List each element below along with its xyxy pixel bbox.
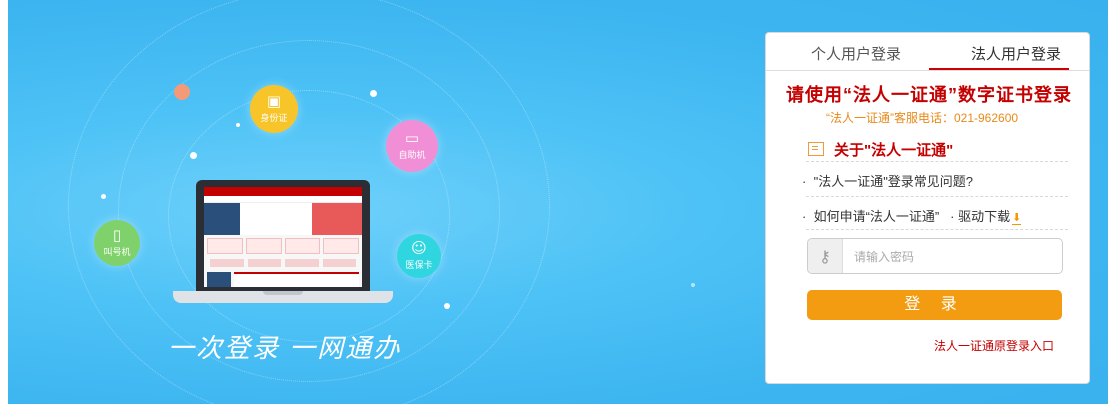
- decor-dot: [444, 303, 450, 309]
- password-field: ⚷: [807, 238, 1063, 274]
- bubble-label: 医保卡: [405, 261, 433, 271]
- bullet: ·: [950, 209, 955, 224]
- faq-link[interactable]: "法人一证通"登录常见问题?: [814, 174, 973, 189]
- key-icon: ⚷: [808, 239, 843, 273]
- legacy-login-link[interactable]: 法人一证通原登录入口: [934, 337, 1054, 354]
- id-card-icon: ▣: [266, 92, 282, 110]
- decor-dot: [236, 123, 240, 127]
- login-button[interactable]: 登 录: [807, 290, 1062, 320]
- decor-dot: [174, 84, 190, 100]
- decor-dot: [190, 152, 197, 159]
- decor-dot: [101, 194, 106, 199]
- tab-active-indicator: [929, 68, 1069, 70]
- laptop-screen-preview: [204, 187, 362, 287]
- login-headline: 请使用“法人一证通”数字证书登录: [786, 85, 1072, 105]
- monitor-icon: ▭: [404, 129, 420, 147]
- bubble-queue: ▯ 叫号机: [94, 220, 140, 266]
- bubble-label: 身份证: [260, 114, 288, 124]
- laptop-base: [173, 291, 393, 303]
- password-input[interactable]: [852, 239, 1056, 273]
- laptop: [196, 180, 370, 291]
- decor-dot: [691, 283, 695, 287]
- about-title-text: 关于"法人一证通": [834, 142, 954, 159]
- about-section-title: 关于"法人一证通": [808, 139, 953, 160]
- divider: [806, 229, 1068, 230]
- bubble-medical: ☺ 医保卡: [397, 234, 441, 278]
- bubble-label: 自助机: [398, 151, 426, 161]
- service-hotline: “法人一证通”客服电话：021-962600: [826, 111, 1019, 125]
- info-card-icon: [808, 142, 824, 156]
- driver-download-link[interactable]: 驱动下载: [958, 209, 1010, 224]
- tab-corporate-login[interactable]: 法人用户登录: [971, 43, 1061, 64]
- list-item-apply: · 如何申请“法人一证通” · 驱动下载 ⬇: [802, 206, 1022, 225]
- login-panel: 个人用户登录 法人用户登录 请使用“法人一证通”数字证书登录 “法人一证通”客服…: [765, 32, 1090, 384]
- tab-personal-login[interactable]: 个人用户登录: [811, 43, 901, 64]
- medical-card-icon: ☺: [411, 239, 427, 257]
- list-item-faq: · "法人一证通"登录常见问题?: [802, 171, 973, 190]
- divider: [806, 196, 1068, 197]
- bubble-id-card: ▣ 身份证: [250, 85, 298, 133]
- bullet: ·: [802, 174, 807, 189]
- bubble-kiosk: ▭ 自助机: [386, 120, 438, 172]
- bubble-label: 叫号机: [103, 248, 131, 258]
- divider: [806, 161, 1068, 162]
- page: ▣ 身份证 ▭ 自助机 ▯ 叫号机 ☺ 医保卡 一次登录 一网通办 个人用户登录…: [0, 0, 1115, 406]
- decor-dot: [370, 90, 377, 97]
- slogan: 一次登录 一网通办: [168, 333, 402, 363]
- login-tabs: 个人用户登录 法人用户登录: [766, 33, 1089, 71]
- queue-machine-icon: ▯: [112, 226, 122, 244]
- apply-link[interactable]: 如何申请“法人一证通”: [814, 209, 940, 224]
- download-arrow-icon[interactable]: ⬇: [1012, 212, 1022, 225]
- bullet: ·: [802, 209, 807, 224]
- tab-divider: [766, 70, 1089, 71]
